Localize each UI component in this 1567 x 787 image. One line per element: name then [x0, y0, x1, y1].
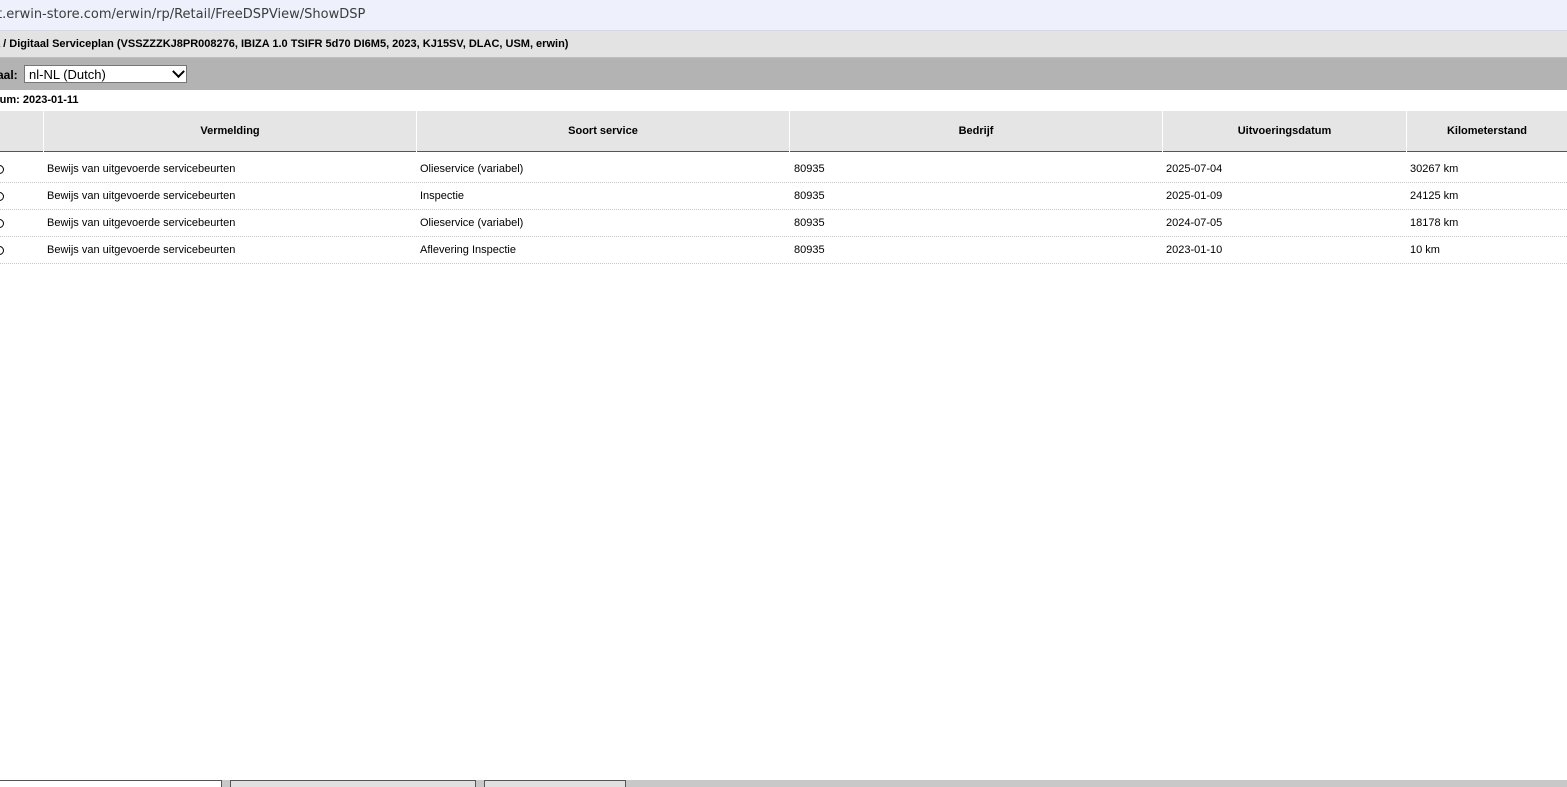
- cell-vermelding: Bewijs van uitgevoerde servicebeurten: [47, 190, 236, 202]
- table-row: Bewijs van uitgevoerde servicebeurten Af…: [0, 237, 1567, 264]
- bottom-tab-1[interactable]: [0, 780, 222, 787]
- cell-vermelding: Bewijs van uitgevoerde servicebeurten: [47, 244, 236, 256]
- language-select[interactable]: nl-NL (Dutch): [24, 65, 187, 83]
- cell-soort-service: Inspectie: [420, 190, 465, 202]
- page-title: a / Digitaal Serviceplan (VSSZZZKJ8PR008…: [0, 38, 569, 50]
- table-row: Bewijs van uitgevoerde servicebeurten Ol…: [0, 156, 1567, 183]
- header-soort-service: Soort service: [417, 111, 789, 152]
- cell-kilometerstand: 10 km: [1410, 244, 1440, 256]
- cell-uitvoeringsdatum: 2023-01-10: [1166, 244, 1223, 256]
- cell-soort-service: Aflevering Inspectie: [420, 244, 516, 256]
- header-uitvoeringsdatum: Uitvoeringsdatum: [1163, 111, 1406, 152]
- table-row: Bewijs van uitgevoerde servicebeurten Ol…: [0, 210, 1567, 237]
- cell-kilometerstand: 18178 km: [1410, 217, 1459, 229]
- chevron-down-icon: [172, 65, 185, 79]
- page-title-bar: a / Digitaal Serviceplan (VSSZZZKJ8PR008…: [0, 31, 1567, 58]
- bottom-tab-2[interactable]: [230, 780, 476, 787]
- cell-bedrijf: 80935: [794, 190, 825, 202]
- datum-text: tum: 2023-01-11: [0, 94, 79, 106]
- address-bar[interactable]: t.erwin-store.com/erwin/rp/Retail/FreeDS…: [0, 0, 1567, 31]
- cell-uitvoeringsdatum: 2025-01-09: [1166, 190, 1223, 202]
- cell-vermelding: Bewijs van uitgevoerde servicebeurten: [47, 217, 236, 229]
- cell-soort-service: Olieservice (variabel): [420, 217, 524, 229]
- address-url[interactable]: t.erwin-store.com/erwin/rp/Retail/FreeDS…: [0, 7, 365, 22]
- cell-vermelding: Bewijs van uitgevoerde servicebeurten: [47, 163, 236, 175]
- bottom-tab-3[interactable]: [484, 780, 626, 787]
- cell-uitvoeringsdatum: 2025-07-04: [1166, 163, 1223, 175]
- language-label: aal:: [0, 68, 18, 82]
- cell-bedrijf: 80935: [794, 244, 825, 256]
- bottom-tab-strip: [0, 780, 1567, 787]
- cell-kilometerstand: 30267 km: [1410, 163, 1459, 175]
- language-selected-value: nl-NL (Dutch): [29, 67, 106, 82]
- table-header: Vermelding Soort service Bedrijf Uitvoer…: [0, 111, 1567, 153]
- header-kilometerstand: Kilometerstand: [1407, 111, 1567, 152]
- table-row: Bewijs van uitgevoerde servicebeurten In…: [0, 183, 1567, 210]
- radio-icon[interactable]: [0, 219, 4, 228]
- cell-uitvoeringsdatum: 2024-07-05: [1166, 217, 1223, 229]
- header-bedrijf: Bedrijf: [790, 111, 1162, 152]
- radio-icon[interactable]: [0, 165, 4, 174]
- cell-kilometerstand: 24125 km: [1410, 190, 1459, 202]
- header-select-column: [0, 111, 43, 152]
- header-vermelding: Vermelding: [44, 111, 416, 152]
- language-bar: aal: nl-NL (Dutch): [0, 58, 1567, 90]
- cell-bedrijf: 80935: [794, 163, 825, 175]
- cell-bedrijf: 80935: [794, 217, 825, 229]
- radio-icon[interactable]: [0, 192, 4, 201]
- radio-icon[interactable]: [0, 246, 4, 255]
- cell-soort-service: Olieservice (variabel): [420, 163, 524, 175]
